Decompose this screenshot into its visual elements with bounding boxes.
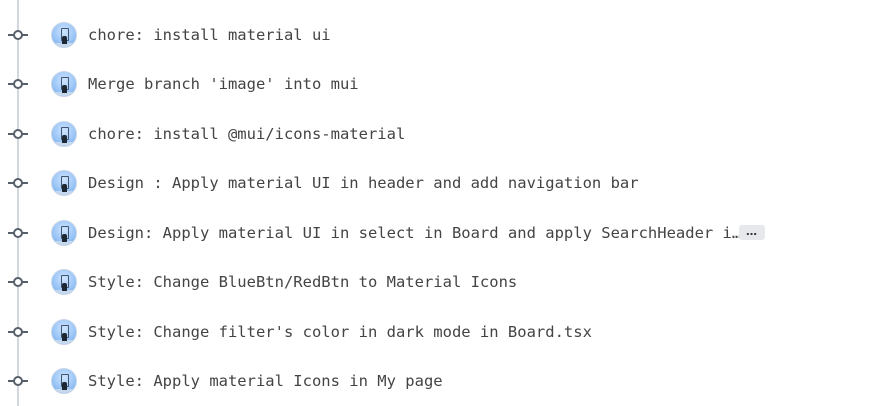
commit-message[interactable]: Style: Change filter's color in dark mod… [88,323,592,341]
commit-row[interactable]: Style: Apply material Icons in My page [0,364,885,398]
commit-row[interactable]: Design: Apply material UI in select in B… [0,216,885,250]
expand-message-button[interactable]: … [739,225,765,240]
commit-row[interactable]: chore: install material ui [0,18,885,52]
git-commit-icon [8,177,28,189]
user-avatar[interactable] [51,368,77,394]
commit-message[interactable]: Design : Apply material UI in header and… [88,174,639,192]
git-commit-icon [8,227,28,239]
user-avatar[interactable] [51,220,77,246]
git-commit-icon [8,326,28,338]
commit-message[interactable]: Style: Apply material Icons in My page [88,372,443,390]
user-avatar[interactable] [51,121,77,147]
git-commit-icon [8,78,28,90]
commit-row[interactable]: chore: install @mui/icons-material [0,117,885,151]
git-commit-icon [8,128,28,140]
commit-timeline: chore: install material ui Merge branch … [0,0,885,406]
commit-message[interactable]: Design: Apply material UI in select in B… [88,224,741,242]
commit-row[interactable]: Style: Change BlueBtn/RedBtn to Material… [0,265,885,299]
git-commit-icon [8,29,28,41]
user-avatar[interactable] [51,170,77,196]
git-commit-icon [8,375,28,387]
commit-row[interactable]: Style: Change filter's color in dark mod… [0,315,885,349]
commit-message[interactable]: chore: install material ui [88,26,331,44]
user-avatar[interactable] [51,319,77,345]
commit-message[interactable]: chore: install @mui/icons-material [88,125,405,143]
git-commit-icon [8,276,28,288]
user-avatar[interactable] [51,269,77,295]
commit-row[interactable]: Design : Apply material UI in header and… [0,166,885,200]
commit-message[interactable]: Merge branch 'image' into mui [88,75,359,93]
user-avatar[interactable] [51,71,77,97]
commit-row[interactable]: Merge branch 'image' into mui [0,67,885,101]
commit-message[interactable]: Style: Change BlueBtn/RedBtn to Material… [88,273,517,291]
user-avatar[interactable] [51,22,77,48]
